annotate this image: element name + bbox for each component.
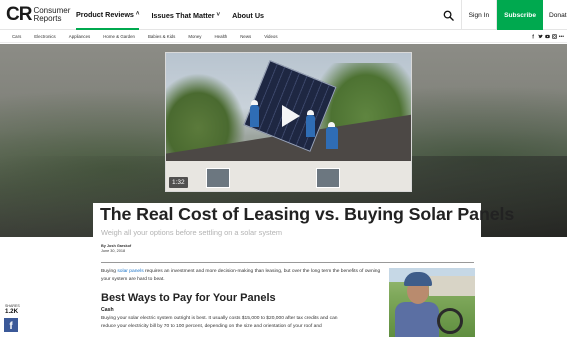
byline: By Josh Garskof June 30, 2018 (101, 244, 131, 254)
worker-figure (326, 127, 338, 149)
article-subtitle: Weigh all your options before settling o… (101, 228, 283, 237)
instagram-icon[interactable] (551, 34, 557, 39)
video-house-wall (166, 161, 411, 191)
nav-product-reviews-label: Product Reviews (76, 9, 134, 19)
video-player[interactable]: 1:32 (165, 52, 412, 192)
header-tools: Sign In Subscribe Donate (436, 0, 567, 30)
author-name[interactable]: By Josh Garskof (101, 244, 131, 248)
intro-text-end: requires an investment and more decision… (101, 269, 381, 282)
photo-bike-wheel (437, 308, 463, 334)
article-body: Buying your solar electric system outrig… (101, 316, 338, 329)
article-title: The Real Cost of Leasing vs. Buying Sola… (100, 204, 515, 224)
svg-text:f: f (532, 35, 534, 39)
facebook-icon: f (9, 321, 13, 332)
category-babies-kids[interactable]: Babies & Kids (148, 34, 175, 39)
section-heading: Best Ways to Pay for Your Panels (101, 292, 276, 304)
category-health[interactable]: Health (215, 34, 228, 39)
photo-child-helmet (404, 272, 432, 286)
twitter-icon[interactable] (538, 34, 543, 39)
nav-about-us[interactable]: About Us (232, 0, 264, 30)
more-icon[interactable]: ••• (559, 34, 564, 40)
facebook-share-button[interactable]: f (4, 318, 18, 332)
search-icon (443, 10, 454, 21)
play-icon[interactable] (274, 101, 304, 131)
article-photo (389, 268, 475, 337)
category-videos[interactable]: Videos (264, 34, 277, 39)
worker-helmet (328, 122, 335, 127)
category-money[interactable]: Money (188, 34, 201, 39)
subsection-heading: Cash (101, 307, 114, 313)
share-counter: SHARES 1.2K (5, 304, 20, 315)
youtube-icon[interactable] (544, 34, 550, 39)
video-window (206, 168, 230, 188)
consumer-reports-logo[interactable]: CR Consumer Reports (6, 4, 71, 25)
solar-panels-link[interactable]: solar panels (117, 269, 143, 274)
logo-mark: CR (6, 4, 32, 25)
photo-child-shirt (395, 302, 439, 337)
article-intro: Buying solar panels requires an investme… (101, 268, 383, 284)
nav-product-reviews[interactable]: Product Reviews ˄ (76, 0, 140, 30)
photo-house (429, 276, 475, 296)
category-cars[interactable]: Cars (12, 34, 21, 39)
facebook-icon[interactable]: f (531, 34, 536, 39)
logo-text: Consumer Reports (33, 5, 71, 23)
worker-helmet (307, 110, 314, 115)
intro-text-start: Buying (101, 269, 118, 274)
publish-date: June 30, 2018 (101, 249, 126, 253)
worker-helmet (251, 100, 258, 105)
category-home-garden[interactable]: Home & Garden (103, 34, 135, 39)
category-list: Cars Electronics Appliances Home & Garde… (12, 30, 278, 43)
chevron-up-icon: ˄ (135, 11, 140, 17)
nav-issues-label: Issues That Matter (151, 10, 215, 20)
top-header: CR Consumer Reports Product Reviews ˄ Is… (0, 0, 567, 30)
divider (101, 262, 474, 263)
sign-in-link[interactable]: Sign In (462, 0, 498, 30)
category-appliances[interactable]: Appliances (69, 34, 90, 39)
category-nav: Cars Electronics Appliances Home & Garde… (0, 30, 567, 43)
chevron-down-icon: ˅ (216, 12, 221, 18)
worker-figure (306, 115, 315, 137)
share-count: 1.2K (5, 308, 19, 315)
subscribe-button[interactable]: Subscribe (497, 0, 543, 30)
worker-figure (250, 105, 259, 127)
category-news[interactable]: News (240, 34, 251, 39)
nav-about-label: About Us (232, 10, 265, 20)
nav-issues-that-matter[interactable]: Issues That Matter ˅ (151, 0, 220, 30)
donate-link[interactable]: Donate (543, 0, 567, 30)
search-button[interactable] (436, 0, 462, 30)
main-nav: Product Reviews ˄ Issues That Matter ˅ A… (76, 0, 264, 30)
category-electronics[interactable]: Electronics (34, 34, 55, 39)
video-duration: 1:32 (169, 177, 188, 188)
video-window (316, 168, 340, 188)
social-links: f ••• (531, 30, 564, 43)
